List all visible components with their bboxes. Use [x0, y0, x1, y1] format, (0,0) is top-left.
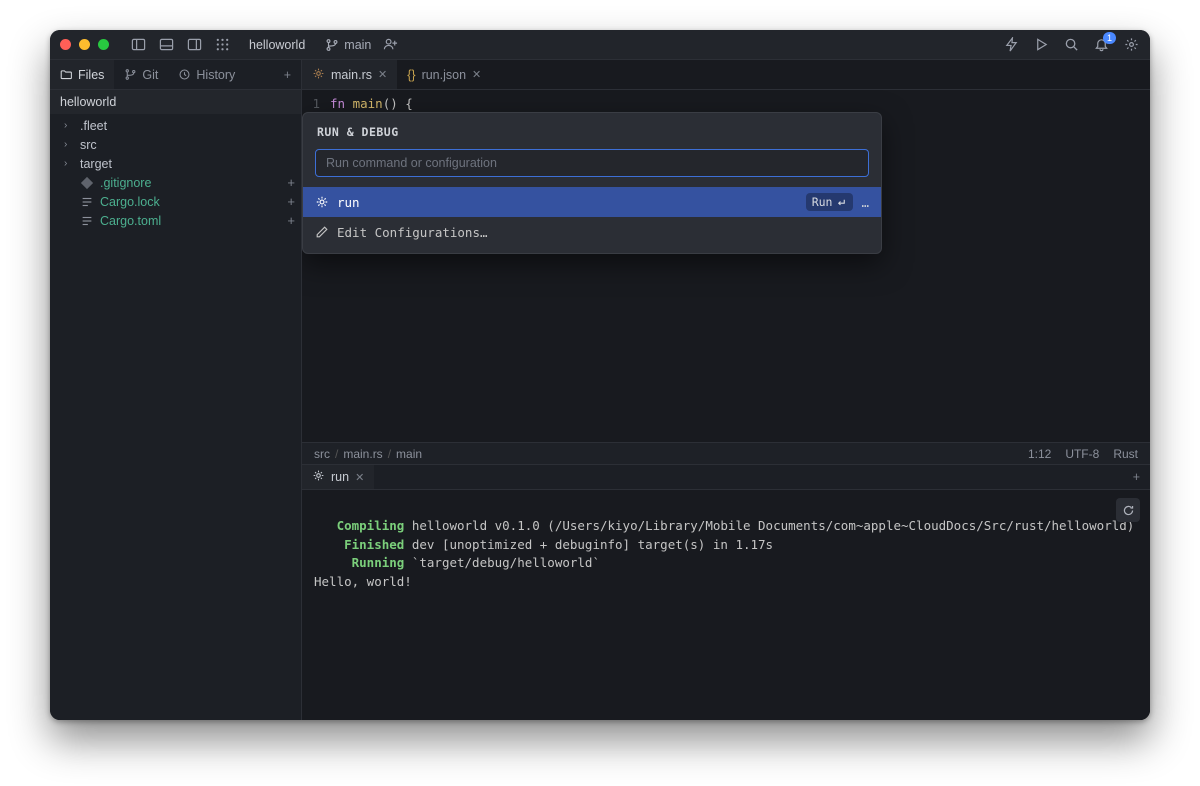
maximize-window-button[interactable] — [98, 39, 109, 50]
app-window: helloworld main 1 — [50, 30, 1150, 720]
sidebar: Files Git History + helloworld › .fleet — [50, 60, 302, 720]
close-icon[interactable]: ✕ — [355, 471, 364, 484]
cursor-position[interactable]: 1:12 — [1028, 447, 1051, 461]
gear-icon — [315, 195, 329, 209]
edit-configurations-item[interactable]: Edit Configurations… — [303, 217, 881, 247]
minimize-window-button[interactable] — [79, 39, 90, 50]
plus-icon: + — [287, 213, 295, 228]
panel-layout-left-icon[interactable] — [129, 36, 147, 54]
tree-file-cargo-lock[interactable]: Cargo.lock + — [50, 192, 301, 211]
rust-gear-icon — [312, 67, 325, 83]
git-icon — [124, 68, 137, 81]
tree-folder-target[interactable]: › target — [50, 154, 301, 173]
run-panel-tab-run[interactable]: run ✕ — [302, 465, 374, 489]
settings-gear-icon[interactable] — [1122, 36, 1140, 54]
add-user-icon[interactable] — [381, 36, 399, 54]
run-play-icon[interactable] — [1032, 36, 1050, 54]
chevron-right-icon: › — [64, 120, 74, 131]
project-root[interactable]: helloworld — [50, 90, 301, 114]
tree-folder-src[interactable]: › src — [50, 135, 301, 154]
plus-icon: + — [287, 175, 295, 190]
language-mode[interactable]: Rust — [1113, 447, 1138, 461]
panel-layout-right-icon[interactable] — [185, 36, 203, 54]
branch-selector[interactable]: main — [325, 38, 371, 52]
run-debug-popup: RUN & DEBUG run Run … — [302, 112, 882, 254]
file-lines-icon — [80, 214, 94, 228]
tab-git[interactable]: Git — [114, 60, 168, 89]
panel-layout-bottom-icon[interactable] — [157, 36, 175, 54]
file-tree: › .fleet › src › target .gitignore — [50, 114, 301, 232]
more-icon[interactable]: … — [861, 195, 869, 210]
tree-file-cargo-toml[interactable]: Cargo.toml + — [50, 211, 301, 230]
notifications-icon[interactable]: 1 — [1092, 36, 1110, 54]
encoding[interactable]: UTF-8 — [1065, 447, 1099, 461]
history-clock-icon — [178, 68, 191, 81]
close-icon[interactable]: ✕ — [472, 68, 481, 81]
git-branch-icon — [325, 38, 339, 52]
close-window-button[interactable] — [60, 39, 71, 50]
breadcrumb-src[interactable]: src — [314, 447, 330, 461]
window-controls — [60, 39, 109, 50]
run-debug-title: RUN & DEBUG — [303, 125, 881, 149]
line-number: 1 — [302, 96, 330, 111]
code-line: 1 fn main() { — [302, 90, 1150, 111]
run-pill[interactable]: Run — [806, 193, 854, 211]
enter-key-icon — [836, 197, 847, 208]
project-name[interactable]: helloworld — [249, 38, 305, 52]
breadcrumb-file[interactable]: main.rs — [343, 447, 382, 461]
titlebar: helloworld main 1 — [50, 30, 1150, 60]
file-lines-icon — [80, 195, 94, 209]
breadcrumb-fn[interactable]: main — [396, 447, 422, 461]
tree-folder-fleet[interactable]: › .fleet — [50, 116, 301, 135]
run-panel-add[interactable]: + — [1123, 470, 1150, 484]
file-dot-icon — [80, 176, 94, 190]
chevron-right-icon: › — [64, 158, 74, 169]
chevron-right-icon: › — [64, 139, 74, 150]
terminal-output[interactable]: Compiling helloworld v0.1.0 (/Users/kiyo… — [302, 490, 1150, 720]
branch-name: main — [344, 38, 371, 52]
tab-history[interactable]: History — [168, 60, 245, 89]
run-panel-tabs: run ✕ + — [302, 464, 1150, 490]
editor-area: main.rs ✕ {} run.json ✕ 1 fn main() — [302, 60, 1150, 720]
editor-tabs: main.rs ✕ {} run.json ✕ — [302, 60, 1150, 90]
json-braces-icon: {} — [407, 68, 415, 82]
main-split: Files Git History + helloworld › .fleet — [50, 60, 1150, 720]
sidebar-tabs: Files Git History + — [50, 60, 301, 90]
code-editor[interactable]: 1 fn main() { RUN & DEBUG — [302, 90, 1150, 442]
folder-icon — [60, 68, 73, 81]
sidebar-add-tab[interactable]: + — [274, 68, 301, 82]
run-config-item-run[interactable]: run Run … — [303, 187, 881, 217]
editor-tab-main-rs[interactable]: main.rs ✕ — [302, 60, 397, 89]
gear-icon — [312, 469, 325, 485]
run-debug-search-input[interactable] — [315, 149, 869, 177]
editor-tab-run-json[interactable]: {} run.json ✕ — [397, 60, 491, 89]
tab-files[interactable]: Files — [50, 60, 114, 89]
tree-file-gitignore[interactable]: .gitignore + — [50, 173, 301, 192]
bolt-icon[interactable] — [1002, 36, 1020, 54]
close-icon[interactable]: ✕ — [378, 68, 387, 81]
search-icon[interactable] — [1062, 36, 1080, 54]
pencil-icon — [315, 225, 329, 239]
rerun-button[interactable] — [1116, 498, 1140, 522]
status-bar: src / main.rs / main 1:12 UTF-8 Rust — [302, 442, 1150, 464]
plus-icon: + — [287, 194, 295, 209]
grid-apps-icon[interactable] — [213, 36, 231, 54]
notification-badge: 1 — [1103, 32, 1116, 44]
